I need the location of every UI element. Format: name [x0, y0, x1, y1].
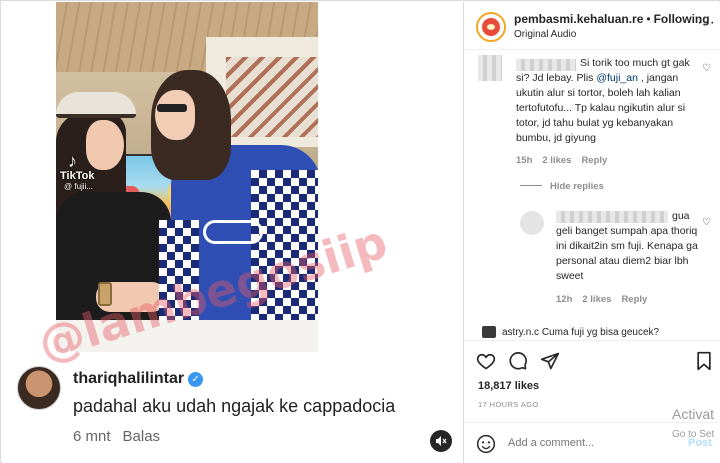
comment-text: padahal aku udah ngajak ke cappadocia [73, 396, 396, 416]
reply-button[interactable]: Reply [621, 294, 647, 305]
comment-username-text: thariqhalilintar [73, 370, 185, 387]
more-dots-icon[interactable]: ··· [697, 14, 716, 32]
avatar-logo-detail [487, 24, 495, 30]
bookmark-icon[interactable] [694, 351, 714, 371]
activation-notice: Activat [672, 406, 715, 422]
sweater-logo [203, 220, 263, 244]
post-media[interactable]: ♪ TikTok @ fujii... thariqhalilintar ✓ pa… [2, 2, 463, 463]
post-username-line: pembasmi.kehaluan.re • Following [514, 12, 714, 26]
screenshot-comment: thariqhalilintar ✓ padahal aku udah ngaja… [3, 352, 463, 463]
emoji-icon[interactable] [476, 434, 496, 454]
post-side-panel: pembasmi.kehaluan.re • Following Original … [463, 2, 720, 463]
blurred-avatar [478, 55, 502, 81]
reply-button[interactable]: Reply [581, 155, 607, 166]
tiktok-label: TikTok [60, 170, 95, 182]
comment-reply-label: Balas [122, 428, 161, 445]
comment-meta: 12h 2 likes Reply [556, 294, 647, 305]
sunglasses [157, 104, 187, 112]
post-timestamp: 17 HOURS AGO [478, 400, 539, 409]
heart-icon[interactable]: ♡ [702, 63, 711, 74]
avatar [17, 366, 61, 410]
cut-off-comment: astry.n.c Cuma fuji yg bisa geucek? [502, 327, 660, 338]
heart-icon[interactable]: ♡ [702, 217, 711, 228]
avatar[interactable] [520, 211, 544, 235]
post-username[interactable]: pembasmi.kehaluan.re [514, 12, 643, 26]
person-right-face [155, 90, 195, 140]
avatar[interactable] [476, 12, 506, 42]
post-button[interactable]: Post [688, 437, 712, 449]
comment-likes[interactable]: 2 likes [542, 155, 571, 166]
hide-replies-button[interactable]: Hide replies [520, 181, 604, 192]
reply-text-part: geli banget sumpah apa thoriq ini dikait… [556, 225, 698, 282]
comment-time: 15h [516, 155, 533, 166]
reply-text-part: gua [672, 210, 690, 222]
comment-text: Si torik too much gt gak si? Jd lebay. P… [516, 56, 698, 146]
person-left-hat [56, 92, 136, 118]
comment-time: 6 mnt [73, 428, 111, 445]
mention-link[interactable]: @fuji_an [596, 72, 638, 84]
likes-count[interactable]: 18,817 likes [478, 380, 539, 392]
post-header: pembasmi.kehaluan.re • Following Original … [464, 2, 720, 50]
share-icon[interactable] [540, 351, 560, 371]
comment-likes[interactable]: 2 likes [582, 294, 611, 305]
comment-icon[interactable] [508, 351, 528, 371]
verified-icon: ✓ [188, 372, 204, 387]
comment-time: 12h [556, 294, 573, 305]
separator-dot: • [646, 12, 651, 26]
add-comment-bar: Go to Set Post [464, 422, 720, 463]
action-bar [464, 340, 720, 380]
reply-text: gua geli banget sumpah apa thoriq ini di… [556, 209, 702, 284]
tiktok-watermark: ♪ TikTok @ fujii... [60, 152, 94, 191]
heart-icon[interactable] [476, 351, 496, 371]
comment-thread[interactable]: Si torik too much gt gak si? Jd lebay. P… [464, 51, 720, 340]
comment-username: thariqhalilintar ✓ [73, 370, 204, 388]
add-comment-input[interactable] [508, 437, 658, 449]
original-audio-link[interactable]: Original Audio [514, 29, 576, 40]
hide-replies-label: Hide replies [550, 181, 604, 192]
speaker-muted-icon[interactable] [430, 430, 452, 452]
comment-meta: 6 mnt Balas [73, 428, 160, 445]
tiktok-icon: ♪ [68, 151, 77, 171]
speaker-muted-glyph [436, 436, 447, 446]
comment-meta: 15h 2 likes Reply [516, 155, 607, 166]
avatar[interactable] [482, 326, 496, 338]
divider [520, 185, 542, 186]
tiktok-handle: @ fujii... [64, 182, 94, 191]
instagram-post-window: ♪ TikTok @ fujii... thariqhalilintar ✓ pa… [0, 0, 720, 463]
